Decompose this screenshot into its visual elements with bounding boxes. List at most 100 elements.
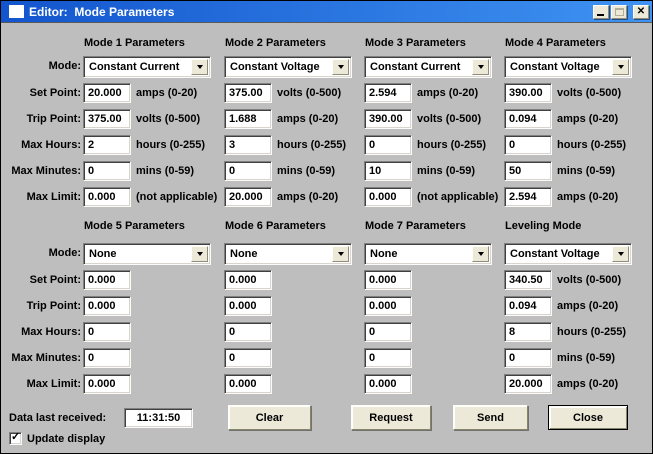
max-minutes-field[interactable]: 0 bbox=[224, 161, 272, 181]
max-hours-field[interactable]: 0 bbox=[364, 322, 412, 342]
mode-select[interactable]: Constant Voltage bbox=[504, 56, 632, 78]
max-minutes-field[interactable]: 50 bbox=[504, 161, 552, 181]
trip-point-field[interactable]: 390.00 bbox=[364, 109, 412, 129]
dropdown-arrow-icon bbox=[197, 65, 203, 69]
column-header: Leveling Mode bbox=[505, 220, 645, 233]
unit-label: amps (0-20) bbox=[557, 191, 618, 204]
max-limit-field[interactable]: 20.000 bbox=[224, 187, 272, 207]
dropdown-arrow-icon bbox=[478, 65, 484, 69]
dialog-content: Data last received: 11:31:50 Clear Reque… bbox=[1, 1, 652, 453]
set-point-field[interactable]: 20.000 bbox=[83, 83, 131, 103]
mode-select-value: Constant Current bbox=[370, 62, 460, 73]
row-label: Trip Point: bbox=[3, 300, 81, 313]
update-display-checkbox[interactable]: ✓ bbox=[9, 432, 22, 445]
unit-label: hours (0-255) bbox=[557, 139, 626, 152]
time-field[interactable]: 11:31:50 bbox=[124, 408, 193, 428]
max-limit-field[interactable]: 0.000 bbox=[224, 374, 272, 394]
dropdown-button[interactable] bbox=[472, 246, 489, 262]
column-header: Mode 7 Parameters bbox=[365, 220, 505, 233]
max-hours-field[interactable]: 8 bbox=[504, 322, 552, 342]
max-hours-field[interactable]: 0 bbox=[364, 135, 412, 155]
max-minutes-field[interactable]: 10 bbox=[364, 161, 412, 181]
mode-select-value: None bbox=[89, 249, 117, 260]
set-point-field[interactable]: 340.50 bbox=[504, 270, 552, 290]
max-minutes-field[interactable]: 0 bbox=[364, 348, 412, 368]
dropdown-button[interactable] bbox=[191, 59, 208, 75]
max-minutes-field[interactable]: 0 bbox=[83, 161, 131, 181]
max-limit-field[interactable]: 0.000 bbox=[364, 187, 412, 207]
max-minutes-field[interactable]: 0 bbox=[83, 348, 131, 368]
clear-button[interactable]: Clear bbox=[228, 405, 311, 430]
trip-point-field[interactable]: 375.00 bbox=[83, 109, 131, 129]
unit-label: volts (0-500) bbox=[557, 274, 621, 287]
mode-select[interactable]: Constant Voltage bbox=[224, 56, 352, 78]
mode-select-value: None bbox=[230, 249, 258, 260]
max-limit-field[interactable]: 2.594 bbox=[504, 187, 552, 207]
trip-point-field[interactable]: 0.000 bbox=[224, 296, 272, 316]
unit-label: (not applicable) bbox=[417, 191, 498, 204]
unit-label: volts (0-500) bbox=[417, 113, 481, 126]
dropdown-button[interactable] bbox=[612, 246, 629, 262]
trip-point-field[interactable]: 0.094 bbox=[504, 296, 552, 316]
set-point-field[interactable]: 0.000 bbox=[364, 270, 412, 290]
max-hours-field[interactable]: 0 bbox=[504, 135, 552, 155]
max-hours-field[interactable]: 3 bbox=[224, 135, 272, 155]
max-limit-field[interactable]: 0.000 bbox=[83, 187, 131, 207]
dropdown-button[interactable] bbox=[191, 246, 208, 262]
mode-select-value: None bbox=[370, 249, 398, 260]
dropdown-button[interactable] bbox=[612, 59, 629, 75]
request-button[interactable]: Request bbox=[351, 405, 431, 430]
column-header: Mode 6 Parameters bbox=[225, 220, 365, 233]
unit-label: amps (0-20) bbox=[557, 378, 618, 391]
data-last-received-label: Data last received: bbox=[9, 412, 106, 425]
max-minutes-field[interactable]: 0 bbox=[504, 348, 552, 368]
row-label: Max Minutes: bbox=[3, 165, 81, 178]
max-limit-field[interactable]: 0.000 bbox=[83, 374, 131, 394]
unit-label: hours (0-255) bbox=[557, 326, 626, 339]
row-label: Set Point: bbox=[3, 274, 81, 287]
row-label: Max Hours: bbox=[3, 139, 81, 152]
set-point-field[interactable]: 0.000 bbox=[83, 270, 131, 290]
max-hours-field[interactable]: 2 bbox=[83, 135, 131, 155]
row-label: Max Minutes: bbox=[3, 352, 81, 365]
mode-select[interactable]: None bbox=[364, 243, 492, 265]
trip-point-field[interactable]: 0.094 bbox=[504, 109, 552, 129]
mode-select[interactable]: None bbox=[83, 243, 211, 265]
mode-select[interactable]: Constant Current bbox=[364, 56, 492, 78]
trip-point-field[interactable]: 0.000 bbox=[83, 296, 131, 316]
unit-label: mins (0-59) bbox=[557, 165, 615, 178]
row-label: Max Hours: bbox=[3, 326, 81, 339]
dropdown-button[interactable] bbox=[332, 59, 349, 75]
max-minutes-field[interactable]: 0 bbox=[224, 348, 272, 368]
set-point-field[interactable]: 2.594 bbox=[364, 83, 412, 103]
mode-select[interactable]: Constant Voltage bbox=[504, 243, 632, 265]
set-point-field[interactable]: 390.00 bbox=[504, 83, 552, 103]
set-point-field[interactable]: 375.00 bbox=[224, 83, 272, 103]
unit-label: (not applicable) bbox=[136, 191, 217, 204]
dropdown-arrow-icon bbox=[338, 65, 344, 69]
row-label: Mode: bbox=[3, 60, 81, 73]
trip-point-field[interactable]: 0.000 bbox=[364, 296, 412, 316]
dropdown-button[interactable] bbox=[332, 246, 349, 262]
unit-label: amps (0-20) bbox=[557, 300, 618, 313]
unit-label: amps (0-20) bbox=[277, 113, 338, 126]
row-label: Max Limit: bbox=[3, 191, 81, 204]
column-header: Mode 4 Parameters bbox=[505, 37, 645, 50]
max-limit-field[interactable]: 0.000 bbox=[364, 374, 412, 394]
max-hours-field[interactable]: 0 bbox=[224, 322, 272, 342]
mode-select[interactable]: None bbox=[224, 243, 352, 265]
unit-label: mins (0-59) bbox=[277, 165, 335, 178]
unit-label: amps (0-20) bbox=[557, 113, 618, 126]
send-button[interactable]: Send bbox=[453, 405, 528, 430]
mode-select[interactable]: Constant Current bbox=[83, 56, 211, 78]
max-limit-field[interactable]: 20.000 bbox=[504, 374, 552, 394]
set-point-field[interactable]: 0.000 bbox=[224, 270, 272, 290]
trip-point-field[interactable]: 1.688 bbox=[224, 109, 272, 129]
mode-select-value: Constant Voltage bbox=[510, 249, 600, 260]
column-header: Mode 3 Parameters bbox=[365, 37, 505, 50]
unit-label: volts (0-500) bbox=[136, 113, 200, 126]
dropdown-button[interactable] bbox=[472, 59, 489, 75]
max-hours-field[interactable]: 0 bbox=[83, 322, 131, 342]
close-button[interactable]: Close bbox=[548, 405, 628, 430]
unit-label: amps (0-20) bbox=[277, 191, 338, 204]
